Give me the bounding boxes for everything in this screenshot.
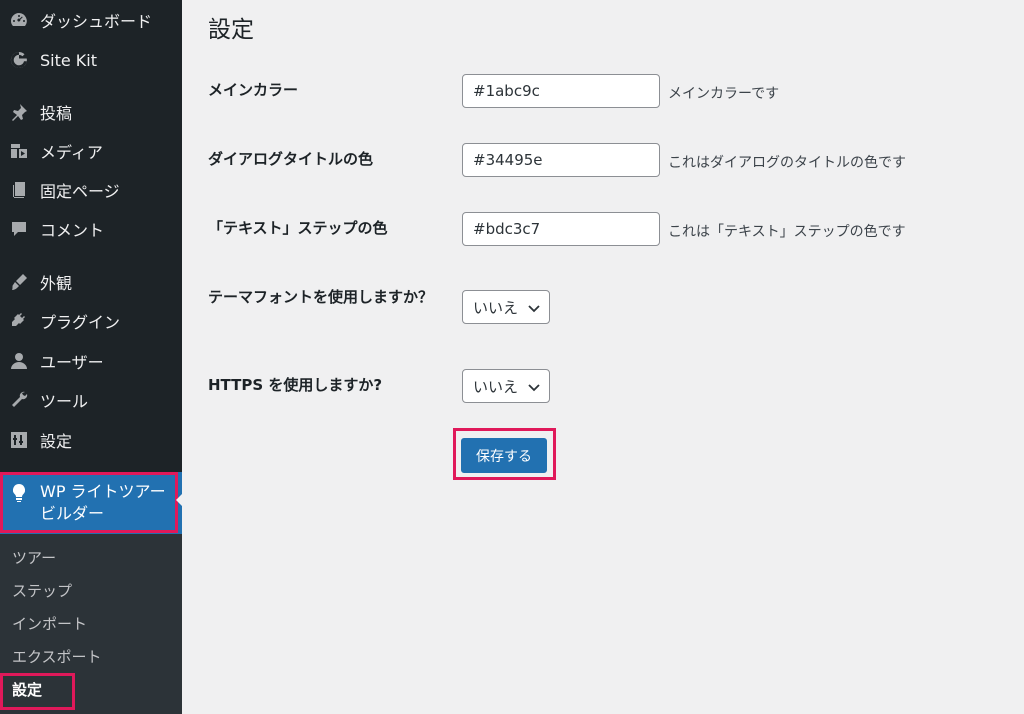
text-step-color-description: これは「テキスト」ステップの色です (668, 224, 906, 240)
sidebar-item-plugins[interactable]: プラグイン (0, 302, 182, 340)
text-step-color-label: 「テキスト」ステップの色 (208, 219, 388, 237)
plug-icon (9, 311, 29, 331)
theme-font-select[interactable]: いいえ (462, 290, 550, 324)
media-icon (9, 141, 29, 161)
pin-icon (9, 102, 29, 122)
current-menu-arrow (176, 492, 184, 508)
page-title: 設定 (208, 17, 254, 43)
sidebar-item-tools[interactable]: ツール (0, 381, 182, 419)
main-color-input[interactable] (462, 74, 660, 108)
dialog-title-color-label: ダイアログタイトルの色 (208, 150, 374, 168)
admin-sidebar: ダッシュボード Site Kit 投稿 メディア 固定ページ コメント 外観 プ… (0, 0, 184, 714)
sidebar-item-label: プラグイン (40, 313, 121, 332)
sidebar-item-posts[interactable]: 投稿 (0, 93, 182, 131)
user-icon (9, 351, 29, 371)
settings-sliders-icon (9, 430, 29, 450)
save-button[interactable]: 保存する (461, 438, 547, 473)
theme-font-label: テーマフォントを使用しますか？ (208, 288, 434, 306)
page-icon (9, 180, 29, 200)
sidebar-item-label: Site Kit (40, 50, 98, 70)
highlight-box (0, 472, 178, 533)
brush-icon (9, 272, 29, 292)
sidebar-item-label: ダッシュボード (40, 12, 153, 31)
sidebar-item-dashboard[interactable]: ダッシュボード (0, 1, 182, 39)
highlight-box (0, 673, 75, 710)
main-color-description: メインカラーです (668, 86, 780, 102)
chevron-down-icon (527, 301, 541, 315)
main-color-label: メインカラー (208, 81, 299, 99)
chevron-down-icon (527, 380, 541, 394)
submenu-item-steps[interactable]: ステップ (12, 580, 72, 601)
dialog-title-color-description: これはダイアログのタイトルの色です (668, 155, 906, 171)
select-value: いいえ (473, 298, 519, 317)
text-step-color-input[interactable] (462, 212, 660, 246)
sidebar-item-label: ツール (40, 392, 89, 411)
sidebar-item-label: 固定ページ (40, 182, 120, 201)
sidebar-item-media[interactable]: メディア (0, 132, 182, 170)
sidebar-item-label: ユーザー (40, 353, 104, 372)
submenu-item-tours[interactable]: ツアー (12, 547, 56, 568)
select-value: いいえ (473, 377, 519, 396)
dashboard-icon (9, 10, 29, 30)
wrench-icon (9, 390, 29, 410)
sidebar-item-settings[interactable]: 設定 (0, 421, 182, 459)
https-label: HTTPS を使用しますか? (208, 376, 383, 394)
https-select[interactable]: いいえ (462, 369, 550, 403)
sidebar-item-users[interactable]: ユーザー (0, 342, 182, 380)
sidebar-item-label: 投稿 (40, 104, 73, 123)
google-g-icon (9, 50, 29, 70)
sidebar-item-label: 設定 (40, 432, 73, 451)
sidebar-item-appearance[interactable]: 外観 (0, 263, 182, 301)
submenu-item-import[interactable]: インポート (12, 613, 87, 634)
sidebar-item-label: メディア (40, 143, 103, 162)
sidebar-item-label: 外観 (40, 274, 73, 293)
dialog-title-color-input[interactable] (462, 143, 660, 177)
sidebar-item-site-kit[interactable]: Site Kit (0, 41, 182, 79)
submenu-item-export[interactable]: エクスポート (12, 646, 102, 667)
comment-icon (9, 219, 29, 239)
sidebar-item-comments[interactable]: コメント (0, 210, 182, 248)
sidebar-item-label: コメント (40, 221, 105, 240)
sidebar-item-pages[interactable]: 固定ページ (0, 171, 182, 209)
